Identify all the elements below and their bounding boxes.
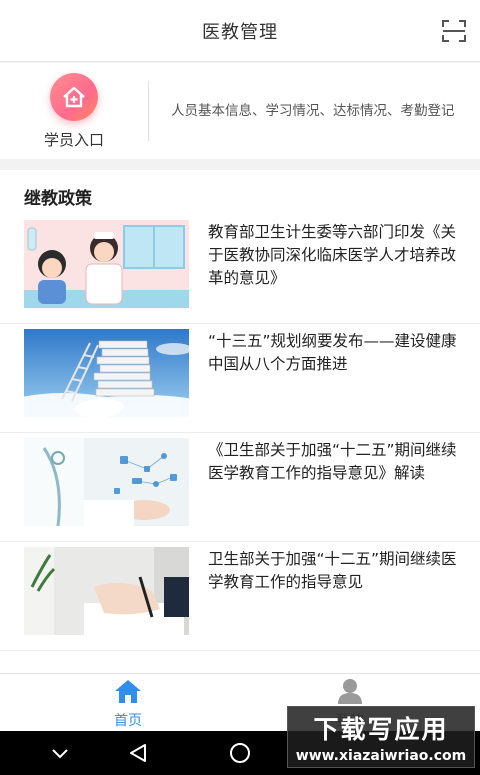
app-header: 医教管理 (0, 0, 480, 62)
books-sky-image (24, 329, 189, 417)
student-entry-label: 学员入口 (43, 130, 104, 149)
scan-icon[interactable] (442, 20, 466, 42)
list-item[interactable]: 《卫生部关于加强“十二五”期间继续医学教育工作的指导意见》解读 (0, 433, 480, 542)
person-icon (336, 678, 364, 708)
student-entry-button[interactable]: 学员入口 (0, 63, 148, 159)
page-title: 医教管理 (202, 21, 278, 43)
list-item[interactable]: 卫生部关于加强“十二五”期间继续医学教育工作的指导意见 (0, 542, 480, 651)
section-title: 继教政策 (24, 189, 92, 209)
student-entry-card: 学员入口 人员基本信息、学习情况、达标情况、考勤登记 (0, 63, 480, 159)
tab-home-label: 首页 (114, 713, 142, 729)
home-circle-icon[interactable] (228, 741, 252, 765)
watermark-cn: 下载写应用 (313, 715, 449, 744)
list-item[interactable]: “十三五”规划纲要发布——建设健康中国从八个方面推进 (0, 324, 480, 433)
nurse-illustration (24, 220, 189, 308)
news-title: 卫生部关于加强“十二五”期间继续医学教育工作的指导意见 (208, 550, 457, 591)
home-icon (113, 678, 143, 708)
tab-home[interactable]: 首页 (98, 678, 158, 729)
home-plus-icon (50, 72, 98, 121)
medical-tech-image (24, 438, 189, 526)
news-title: “十三五”规划纲要发布——建设健康中国从八个方面推进 (208, 332, 457, 373)
back-icon[interactable] (126, 741, 150, 765)
watermark: 下载写应用 www.xiazaiwriao.com (287, 706, 475, 768)
list-item[interactable]: 教育部卫生计生委等六部门印发《关于医教协同深化临床医学人才培养改革的意见》 (0, 215, 480, 324)
writing-hand-image (24, 547, 189, 635)
policy-section: 继教政策 教育部卫生计生委等六部门印发《关于医教协同深化临床医学人才培养改革的意… (0, 170, 480, 673)
watermark-en: www.xiazaiwriao.com (295, 748, 467, 764)
news-title: 教育部卫生计生委等六部门印发《关于医教协同深化临床医学人才培养改革的意见》 (208, 223, 457, 287)
student-entry-description: 人员基本信息、学习情况、达标情况、考勤登记 (171, 102, 455, 119)
news-list: 教育部卫生计生委等六部门印发《关于医教协同深化临床医学人才培养改革的意见》 “十… (0, 215, 480, 651)
chevron-down-icon[interactable] (48, 741, 72, 765)
news-title: 《卫生部关于加强“十二五”期间继续医学教育工作的指导意见》解读 (208, 441, 457, 482)
